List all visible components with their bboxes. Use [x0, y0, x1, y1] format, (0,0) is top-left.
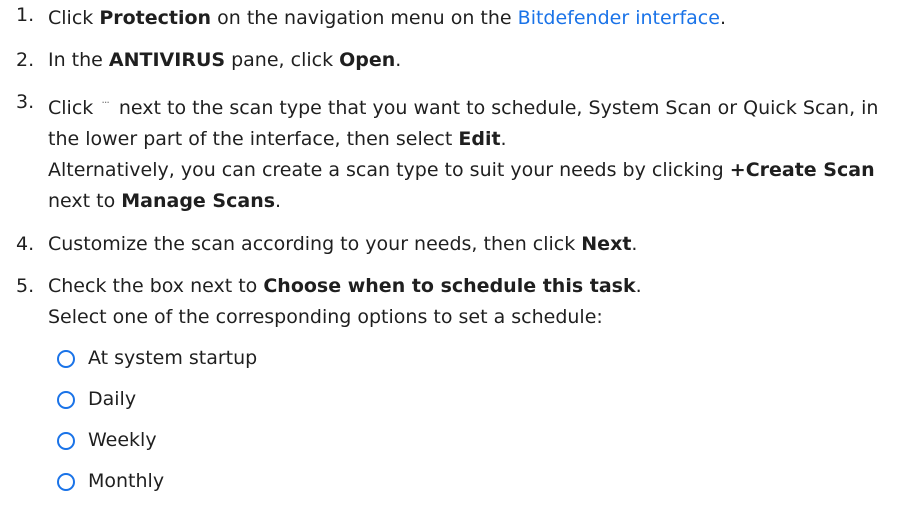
option-label: At system startup — [88, 347, 258, 369]
edit-term: Edit — [458, 128, 501, 150]
option-label: Weekly — [88, 429, 157, 451]
step-3: 3. Click ··· next to the scan type that y… — [0, 87, 906, 217]
option-monthly[interactable]: Monthly — [0, 466, 906, 497]
antivirus-term: ANTIVIRUS — [108, 49, 226, 71]
more-options-icon: ··· — [101, 96, 109, 109]
step-4: 4. Customize the scan according to your n… — [0, 229, 906, 260]
manage-scans-term: Manage Scans — [121, 190, 276, 212]
step-text: pane, click — [225, 49, 340, 71]
protection-term: Protection — [99, 7, 212, 29]
open-term: Open — [339, 49, 396, 71]
step-text: Click — [48, 97, 94, 119]
step-text: on the navigation menu on the — [211, 7, 518, 29]
instruction-steps: 1. Click Protection on the navigation men… — [0, 0, 906, 333]
create-scan-term: +Create Scan — [729, 159, 875, 181]
radio-icon[interactable] — [57, 473, 75, 491]
step-5: 5. Check the box next to Choose when to s… — [0, 271, 906, 333]
option-label: Daily — [88, 388, 137, 410]
step-text: . — [635, 275, 642, 297]
radio-icon[interactable] — [57, 350, 75, 368]
step-number: 1. — [16, 4, 35, 26]
step-number: 2. — [16, 49, 35, 71]
step-1: 1. Click Protection on the navigation men… — [0, 0, 906, 34]
bitdefender-interface-link[interactable]: Bitdefender interface — [518, 7, 720, 29]
option-label: Monthly — [88, 470, 165, 492]
option-at-system-startup[interactable]: At system startup — [0, 343, 906, 374]
option-daily[interactable]: Daily — [0, 384, 906, 415]
step-text: Select one of the corresponding options … — [48, 306, 603, 328]
step-text: Customize the scan according to your nee… — [48, 233, 582, 255]
radio-icon[interactable] — [57, 432, 75, 450]
schedule-task-term: Choose when to schedule this task — [263, 275, 636, 297]
step-text: . — [631, 233, 638, 255]
step-number: 4. — [16, 233, 35, 255]
schedule-options-list: At system startup Daily Weekly Monthly — [0, 343, 906, 497]
step-text: Alternatively, you can create a scan typ… — [48, 159, 730, 181]
step-text: . — [275, 190, 282, 212]
radio-icon[interactable] — [57, 391, 75, 409]
step-2: 2. In the ANTIVIRUS pane, click Open. — [0, 45, 906, 76]
next-term: Next — [581, 233, 632, 255]
step-text: next to — [48, 190, 122, 212]
step-text: . — [500, 128, 507, 150]
step-number: 3. — [16, 91, 35, 113]
option-weekly[interactable]: Weekly — [0, 425, 906, 456]
step-number: 5. — [16, 275, 35, 297]
step-text: In the — [48, 49, 109, 71]
step-text: . — [719, 7, 726, 29]
step-text: Click — [48, 7, 100, 29]
step-text: . — [395, 49, 402, 71]
step-text: Check the box next to — [48, 275, 264, 297]
